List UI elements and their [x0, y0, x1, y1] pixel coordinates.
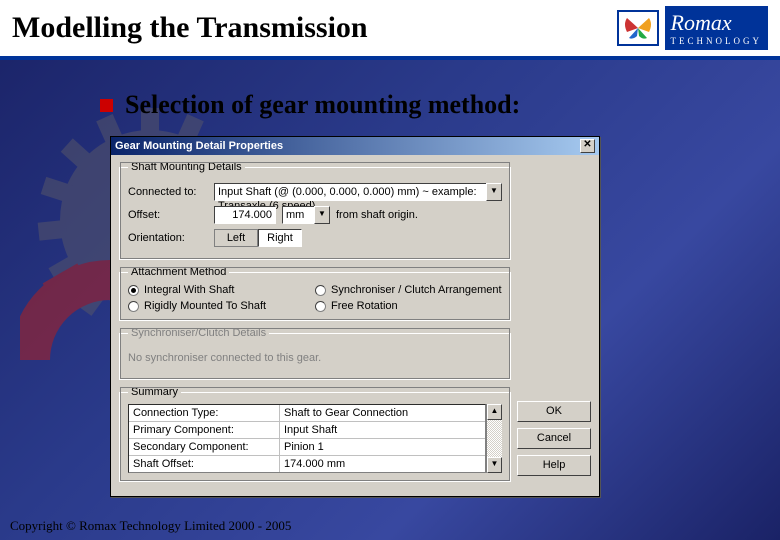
- chevron-down-icon[interactable]: ▼: [486, 183, 502, 201]
- summary-scrollbar[interactable]: ▲ ▼: [486, 404, 502, 473]
- help-button[interactable]: Help: [517, 455, 591, 476]
- gear-mounting-dialog: Gear Mounting Detail Properties ✕ Shaft …: [110, 136, 600, 497]
- chevron-down-icon[interactable]: ▼: [314, 206, 330, 224]
- radio-label: Free Rotation: [331, 300, 398, 312]
- group-label: Attachment Method: [128, 266, 229, 278]
- offset-unit-value: mm: [282, 206, 314, 224]
- attachment-method-group: Attachment Method Integral With Shaft Sy…: [119, 266, 511, 321]
- radio-synchro[interactable]: Synchroniser / Clutch Arrangement: [315, 284, 502, 296]
- radio-label: Integral With Shaft: [144, 284, 235, 296]
- summary-key: Connection Type:: [129, 405, 279, 421]
- connected-to-label: Connected to:: [128, 186, 208, 198]
- orient-right-button[interactable]: Right: [258, 229, 302, 247]
- summary-key: Shaft Offset:: [129, 456, 279, 472]
- orient-left-button[interactable]: Left: [214, 229, 258, 247]
- group-label: Shaft Mounting Details: [128, 161, 245, 173]
- bullet-text: Selection of gear mounting method:: [125, 90, 520, 120]
- radio-integral[interactable]: Integral With Shaft: [128, 284, 315, 296]
- scroll-down-icon[interactable]: ▼: [487, 457, 502, 473]
- table-row: Shaft Offset: 174.000 mm: [129, 456, 485, 472]
- bullet-item: Selection of gear mounting method:: [100, 90, 750, 120]
- orientation-toggle: Left Right: [214, 229, 302, 247]
- synchro-status-text: No synchroniser connected to this gear.: [128, 352, 321, 364]
- radio-rigid[interactable]: Rigidly Mounted To Shaft: [128, 300, 315, 312]
- summary-key: Primary Component:: [129, 422, 279, 438]
- close-icon[interactable]: ✕: [580, 139, 595, 153]
- offset-label: Offset:: [128, 209, 208, 221]
- dialog-titlebar[interactable]: Gear Mounting Detail Properties ✕: [111, 137, 599, 155]
- synchro-details-group: Synchroniser/Clutch Details No synchroni…: [119, 327, 511, 380]
- summary-value: Pinion 1: [280, 439, 485, 455]
- square-bullet-icon: [100, 99, 113, 112]
- table-row: Connection Type: Shaft to Gear Connectio…: [129, 405, 485, 422]
- brand-text: Romax TECHNOLOGY: [665, 6, 769, 50]
- table-row: Secondary Component: Pinion 1: [129, 439, 485, 456]
- group-label: Summary: [128, 386, 181, 398]
- dialog-title: Gear Mounting Detail Properties: [115, 140, 283, 152]
- orientation-label: Orientation:: [128, 232, 208, 244]
- summary-value: Input Shaft: [280, 422, 485, 438]
- radio-free[interactable]: Free Rotation: [315, 300, 502, 312]
- summary-key: Secondary Component:: [129, 439, 279, 455]
- butterfly-icon: [617, 10, 659, 46]
- summary-group: Summary Connection Type: Shaft to Gear C…: [119, 386, 511, 482]
- summary-value: 174.000 mm: [280, 456, 485, 472]
- shaft-mounting-group: Shaft Mounting Details Connected to: Inp…: [119, 161, 511, 260]
- offset-unit-dropdown[interactable]: mm ▼: [282, 206, 330, 224]
- offset-input[interactable]: 174.000: [214, 206, 276, 224]
- cancel-button[interactable]: Cancel: [517, 428, 591, 449]
- slide-title: Modelling the Transmission: [12, 11, 617, 45]
- brand-name: Romax: [671, 10, 732, 35]
- summary-table: Connection Type: Shaft to Gear Connectio…: [128, 404, 486, 473]
- table-row: Primary Component: Input Shaft: [129, 422, 485, 439]
- radio-label: Synchroniser / Clutch Arrangement: [331, 284, 502, 296]
- ok-button[interactable]: OK: [517, 401, 591, 422]
- slide-header: Modelling the Transmission Romax TECHNOL…: [0, 0, 780, 60]
- scroll-up-icon[interactable]: ▲: [487, 404, 502, 420]
- radio-label: Rigidly Mounted To Shaft: [144, 300, 266, 312]
- scroll-track[interactable]: [487, 420, 502, 457]
- from-origin-label: from shaft origin.: [336, 209, 418, 221]
- summary-value: Shaft to Gear Connection: [280, 405, 485, 421]
- group-label: Synchroniser/Clutch Details: [128, 327, 269, 339]
- connected-to-dropdown[interactable]: Input Shaft (@ (0.000, 0.000, 0.000) mm)…: [214, 183, 502, 201]
- brand-sub: TECHNOLOGY: [671, 36, 763, 46]
- connected-to-value: Input Shaft (@ (0.000, 0.000, 0.000) mm)…: [214, 183, 486, 201]
- brand-logo: Romax TECHNOLOGY: [617, 6, 769, 50]
- copyright-text: Copyright © Romax Technology Limited 200…: [10, 518, 291, 534]
